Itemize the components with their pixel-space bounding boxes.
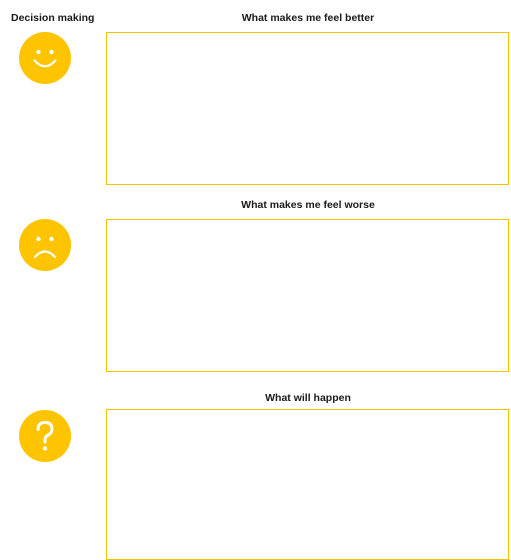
answer-box-feel-better[interactable] (106, 32, 509, 185)
sad-face-icon (19, 219, 71, 271)
smiley-face-icon (19, 32, 71, 84)
question-mark-icon (19, 410, 71, 462)
section-heading-will-happen: What will happen (265, 392, 351, 404)
section-heading-feel-worse: What makes me feel worse (241, 199, 375, 211)
page-title: Decision making (11, 12, 95, 24)
answer-box-will-happen[interactable] (106, 409, 509, 560)
section-heading-feel-better: What makes me feel better (241, 12, 375, 24)
answer-box-feel-worse[interactable] (106, 219, 509, 372)
